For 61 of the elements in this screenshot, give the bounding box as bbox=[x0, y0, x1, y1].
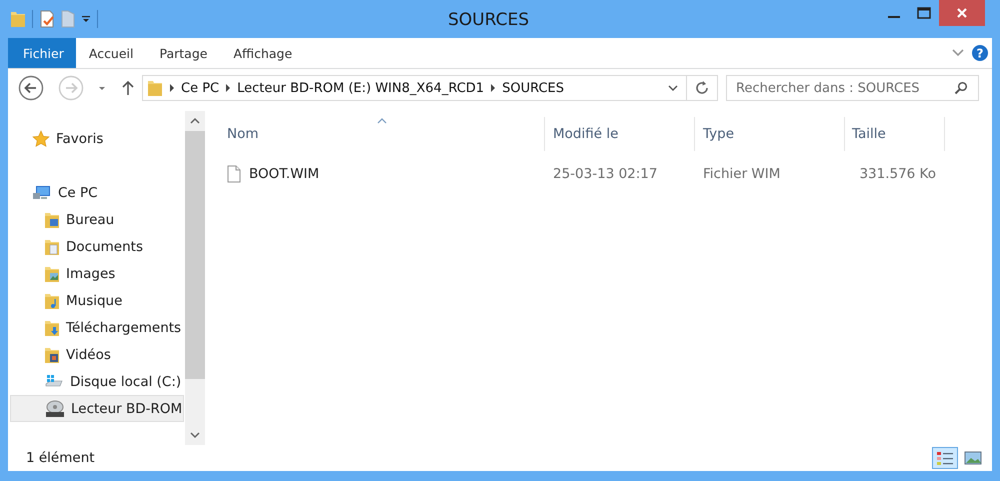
sidebar-item[interactable]: Vidéos bbox=[10, 341, 184, 368]
table-cell-text: 331.576 Ko bbox=[858, 166, 937, 182]
sidebar-item[interactable]: Favoris bbox=[10, 125, 184, 152]
folder-icon bbox=[147, 79, 163, 97]
computer-icon bbox=[32, 184, 52, 200]
close-icon bbox=[956, 7, 968, 19]
videos-folder-icon bbox=[44, 346, 60, 364]
breadcrumb-arrow-icon[interactable] bbox=[170, 84, 174, 92]
desktop-folder-icon bbox=[44, 210, 60, 228]
ribbon-tab[interactable]: Accueil bbox=[76, 38, 146, 68]
drive-icon bbox=[44, 374, 64, 390]
sidebar-item[interactable]: Bureau bbox=[10, 206, 184, 233]
status-text: 1 élément bbox=[26, 450, 96, 466]
column-header[interactable]: Modifié le bbox=[545, 117, 695, 151]
pictures-folder-icon bbox=[44, 264, 60, 282]
ribbon-tab[interactable]: Affichage bbox=[220, 38, 306, 68]
sidebar-item[interactable]: Disque local (C:) bbox=[10, 368, 184, 395]
breadcrumb-arrow-icon[interactable] bbox=[491, 84, 496, 92]
search-icon bbox=[954, 81, 968, 95]
file-icon bbox=[227, 165, 241, 183]
ribbon-tab[interactable]: Fichier bbox=[8, 38, 76, 68]
download-folder-icon bbox=[44, 318, 60, 336]
sidebar-item[interactable]: Musique bbox=[10, 287, 184, 314]
view-button[interactable] bbox=[932, 447, 958, 469]
scroll-down-icon[interactable] bbox=[190, 431, 200, 439]
table-cell-text: Fichier WIM bbox=[702, 166, 782, 182]
breadcrumb-arrow-icon[interactable] bbox=[226, 84, 230, 92]
sidebar-item[interactable]: Téléchargements bbox=[10, 314, 184, 341]
search-box[interactable]: Rechercher dans : SOURCES bbox=[726, 75, 979, 101]
sidebar-item[interactable]: Lecteur BD-ROM bbox=[10, 395, 184, 422]
minimize-icon bbox=[888, 16, 900, 18]
dropdown-icon[interactable] bbox=[81, 14, 91, 24]
refresh-icon[interactable] bbox=[694, 80, 710, 96]
breadcrumb[interactable]: Lecteur BD-ROM (E:) WIN8_X64_RCD1 bbox=[237, 80, 484, 96]
up-arrow-icon[interactable] bbox=[120, 79, 136, 97]
sidebar-item[interactable]: Ce PC bbox=[10, 179, 184, 206]
sidebar-item[interactable]: Images bbox=[10, 260, 184, 287]
column-header[interactable]: Nom bbox=[219, 117, 545, 151]
star-icon bbox=[32, 130, 50, 148]
sidebar-item[interactable]: Documents bbox=[10, 233, 184, 260]
scrollbar[interactable] bbox=[185, 111, 205, 445]
thumbnails-view-icon bbox=[964, 450, 982, 466]
breadcrumb[interactable]: SOURCES bbox=[502, 80, 564, 96]
table-cell-text: 25-03-13 02:17 bbox=[552, 166, 658, 182]
file-name[interactable]: BOOT.WIM bbox=[219, 165, 545, 183]
maximize-icon bbox=[917, 6, 931, 20]
music-folder-icon bbox=[44, 292, 60, 310]
properties-icon[interactable] bbox=[39, 10, 55, 28]
folder-icon bbox=[10, 10, 26, 28]
address-bar[interactable]: Ce PC Lecteur BD-ROM (E:) WIN8_X64_RCD1 SOURCES bbox=[142, 75, 718, 101]
breadcrumb[interactable]: Ce PC bbox=[181, 80, 220, 96]
column-header[interactable]: Type bbox=[695, 117, 845, 151]
documents-folder-icon bbox=[44, 238, 60, 256]
ribbon-tab[interactable]: Partage bbox=[146, 38, 220, 68]
window-title: SOURCES bbox=[447, 9, 530, 30]
close-button[interactable] bbox=[939, 0, 985, 26]
back-button[interactable] bbox=[18, 75, 44, 101]
details-view-icon bbox=[936, 450, 954, 466]
column-header[interactable]: Taille bbox=[845, 117, 945, 151]
disc-drive-icon bbox=[45, 400, 65, 418]
scroll-up-icon[interactable] bbox=[190, 117, 200, 125]
